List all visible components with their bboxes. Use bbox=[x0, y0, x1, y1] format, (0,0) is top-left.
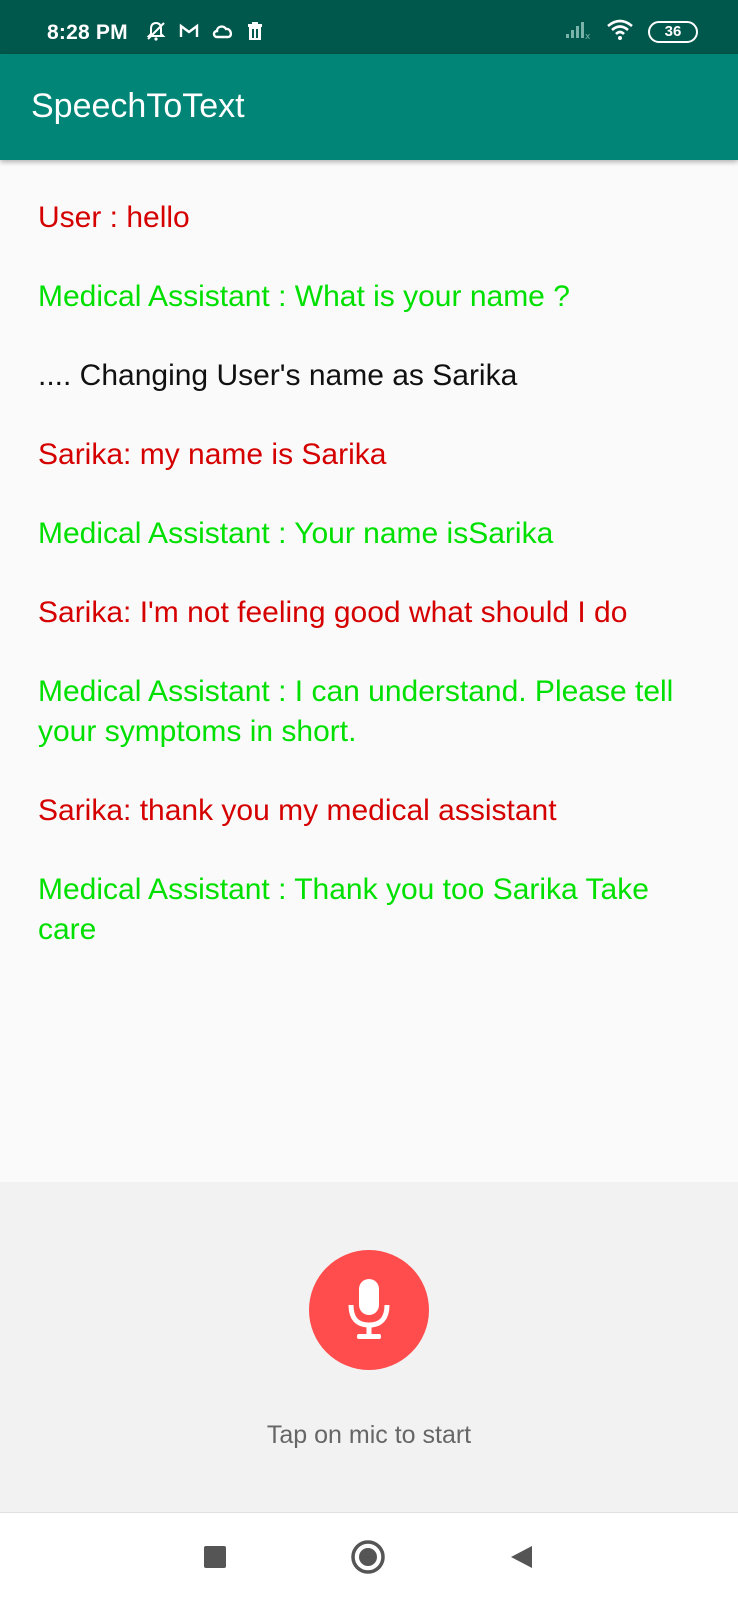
message-system: .... Changing User's name as Sarika bbox=[38, 359, 518, 392]
status-right: x 36 bbox=[564, 18, 698, 45]
wifi-icon bbox=[606, 18, 634, 45]
message-assistant: Medical Assistant : What is your name ? bbox=[38, 280, 570, 313]
back-button[interactable] bbox=[503, 1539, 539, 1575]
trash-icon bbox=[244, 20, 266, 42]
message-user: Sarika: I'm not feeling good what should… bbox=[38, 596, 628, 629]
svg-text:x: x bbox=[585, 32, 591, 40]
microphone-icon bbox=[348, 1279, 390, 1339]
home-circle-icon bbox=[351, 1540, 385, 1574]
gmail-icon bbox=[178, 20, 200, 42]
recents-square-icon bbox=[204, 1546, 226, 1568]
message-user: Sarika: thank you my medical assistant bbox=[38, 794, 557, 827]
message-assistant: Medical Assistant : Thank you too Sarika… bbox=[38, 873, 649, 946]
recents-button[interactable] bbox=[197, 1539, 233, 1575]
home-button[interactable] bbox=[350, 1539, 386, 1575]
message-assistant: Medical Assistant : I can understand. Pl… bbox=[38, 675, 674, 748]
mic-panel: Tap on mic to start bbox=[0, 1182, 738, 1512]
notification-icons bbox=[145, 20, 266, 42]
mic-button[interactable] bbox=[309, 1250, 429, 1370]
signal-icon: x bbox=[564, 18, 592, 45]
mic-hint: Tap on mic to start bbox=[266, 1421, 472, 1449]
message-assistant: Medical Assistant : Your name isSarika bbox=[38, 517, 554, 550]
status-time: 8:28 PM bbox=[47, 21, 128, 44]
nav-bar bbox=[0, 1512, 738, 1600]
bell-off-icon bbox=[145, 20, 167, 42]
app-title: SpeechToText bbox=[31, 87, 245, 125]
app-bar: SpeechToText bbox=[0, 54, 738, 160]
status-bar: 8:28 PM x 36 bbox=[0, 0, 738, 54]
cloud-icon bbox=[211, 20, 233, 42]
battery-icon: 36 bbox=[648, 20, 698, 43]
conversation-log: User : hello Medical Assistant : What is… bbox=[38, 198, 678, 989]
message-user: Sarika: my name is Sarika bbox=[38, 438, 387, 471]
back-triangle-icon bbox=[511, 1546, 532, 1568]
message-user: User : hello bbox=[38, 201, 190, 234]
